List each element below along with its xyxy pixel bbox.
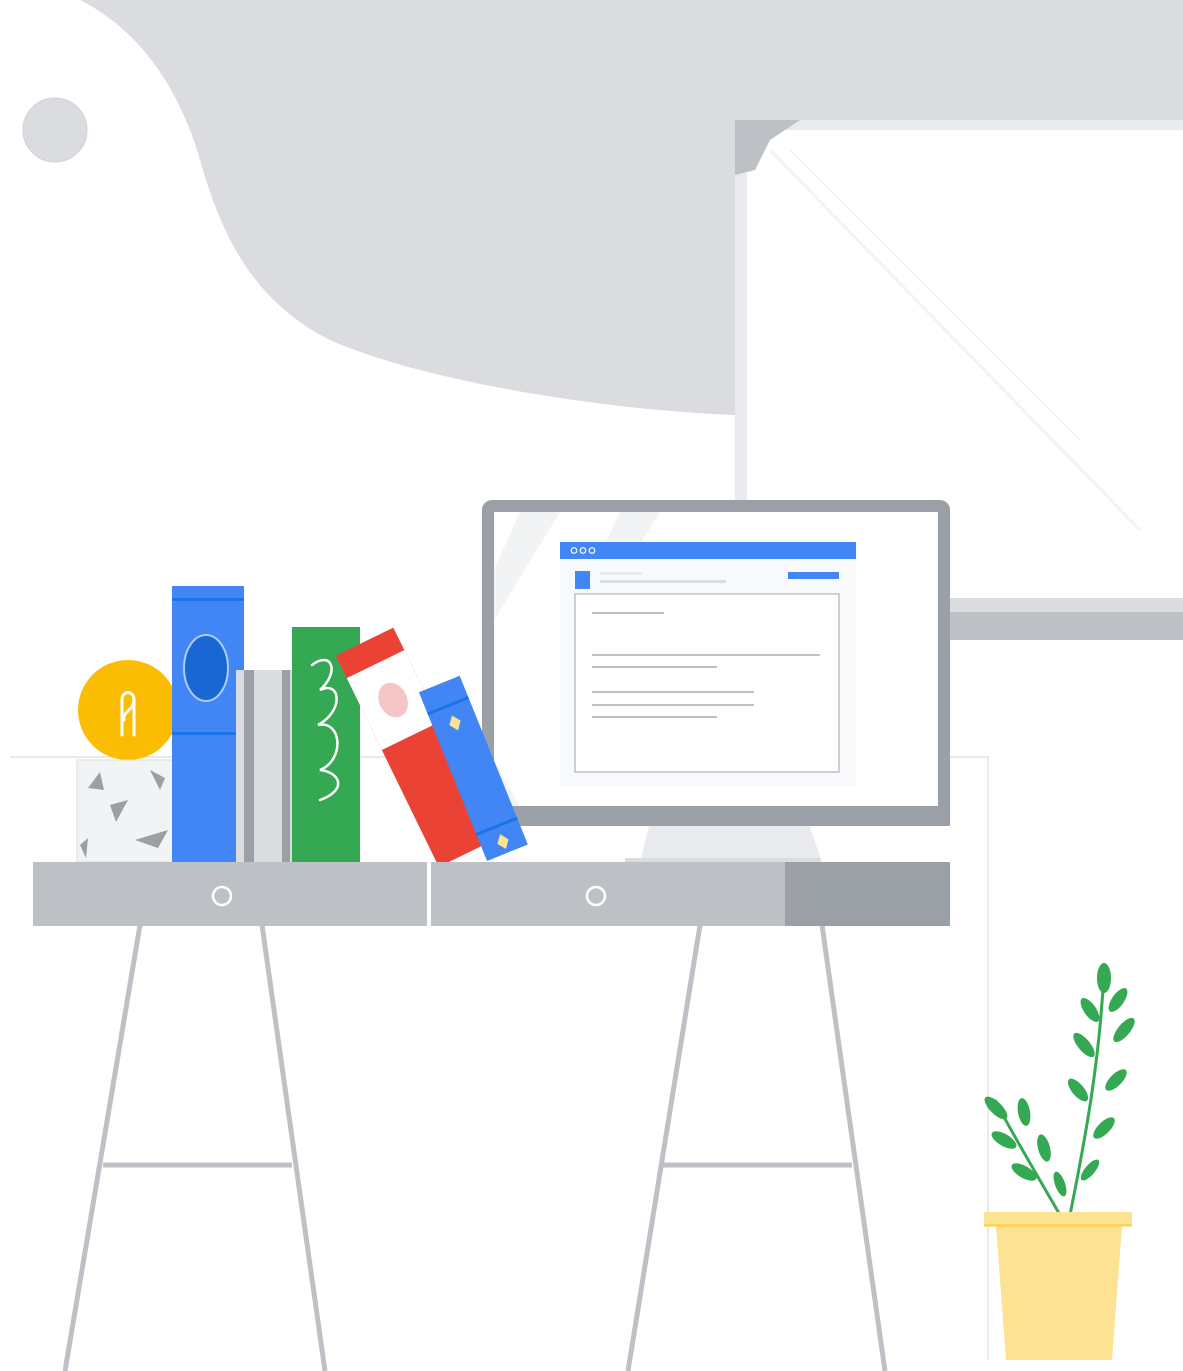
office-illustration (0, 0, 1183, 1371)
illustration-stage (0, 0, 1183, 1371)
lamp-base (76, 759, 180, 863)
potted-plant (984, 963, 1135, 1360)
desk (33, 862, 950, 926)
desk-legs (62, 924, 888, 1371)
browser-title-bar (560, 542, 856, 559)
browser-window (560, 542, 856, 786)
plant-pot (996, 1226, 1122, 1360)
browser-content-panel (574, 593, 840, 773)
browser-avatar-block (575, 571, 590, 589)
books (172, 586, 528, 867)
browser-action-button (788, 572, 839, 579)
book-blue (172, 586, 244, 862)
plant-pot-rim (984, 1212, 1132, 1226)
wall-circle-decoration (22, 97, 88, 163)
lightbulb-lamp (76, 660, 180, 863)
